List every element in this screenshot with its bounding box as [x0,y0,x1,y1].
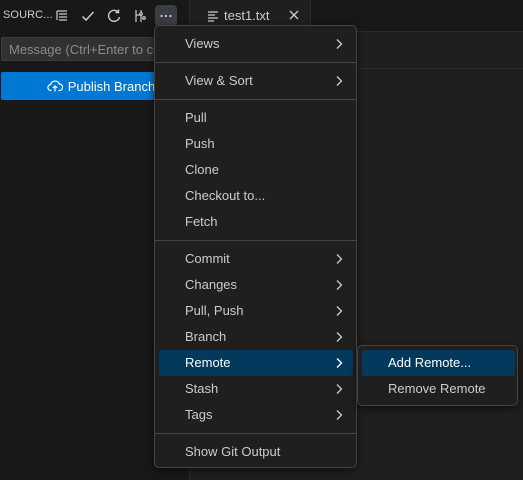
menu-item-push[interactable]: Push [159,131,353,157]
menu-item-clone[interactable]: Clone [159,157,353,183]
chevron-right-icon [334,253,344,265]
commit-graph-icon[interactable] [129,5,151,27]
menu-item-checkout-to[interactable]: Checkout to... [159,183,353,209]
view-as-tree-icon[interactable] [51,5,73,27]
publish-branch-label: Publish Branch [67,78,156,94]
menu-item-pull-push[interactable]: Pull, Push [159,298,353,324]
chevron-right-icon [334,38,344,50]
menu-item-pull[interactable]: Pull [159,105,353,131]
remote-submenu: Add Remote... Remove Remote [357,345,518,406]
check-icon[interactable] [77,5,99,27]
refresh-icon[interactable] [103,5,125,27]
menu-item-changes[interactable]: Changes [159,272,353,298]
chevron-right-icon [334,383,344,395]
source-control-title: SOURC... [3,9,53,21]
more-actions-icon[interactable] [155,5,177,27]
menu-item-commit[interactable]: Commit [159,246,353,272]
chevron-right-icon [334,357,344,369]
cloud-upload-icon [47,78,63,94]
menu-separator [155,62,356,63]
menu-item-remove-remote[interactable]: Remove Remote [362,376,515,402]
chevron-right-icon [334,305,344,317]
close-icon[interactable] [286,7,302,23]
menu-item-tags[interactable]: Tags [159,402,353,428]
chevron-right-icon [334,75,344,87]
menu-item-add-remote[interactable]: Add Remote... [362,350,515,376]
file-lines-icon [206,9,220,23]
chevron-right-icon [334,409,344,421]
more-actions-menu: Views View & Sort Pull Push Clone Checko… [154,25,357,468]
chevron-right-icon [334,331,344,343]
menu-item-remote[interactable]: Remote [159,350,353,376]
menu-separator [155,433,356,434]
menu-item-view-sort[interactable]: View & Sort [159,68,353,94]
menu-separator [155,240,356,241]
chevron-right-icon [334,279,344,291]
menu-item-fetch[interactable]: Fetch [159,209,353,235]
menu-item-show-git-output[interactable]: Show Git Output [159,439,353,465]
menu-separator [155,99,356,100]
menu-item-branch[interactable]: Branch [159,324,353,350]
tab-label: test1.txt [224,8,270,23]
menu-item-views[interactable]: Views [159,31,353,57]
menu-item-stash[interactable]: Stash [159,376,353,402]
